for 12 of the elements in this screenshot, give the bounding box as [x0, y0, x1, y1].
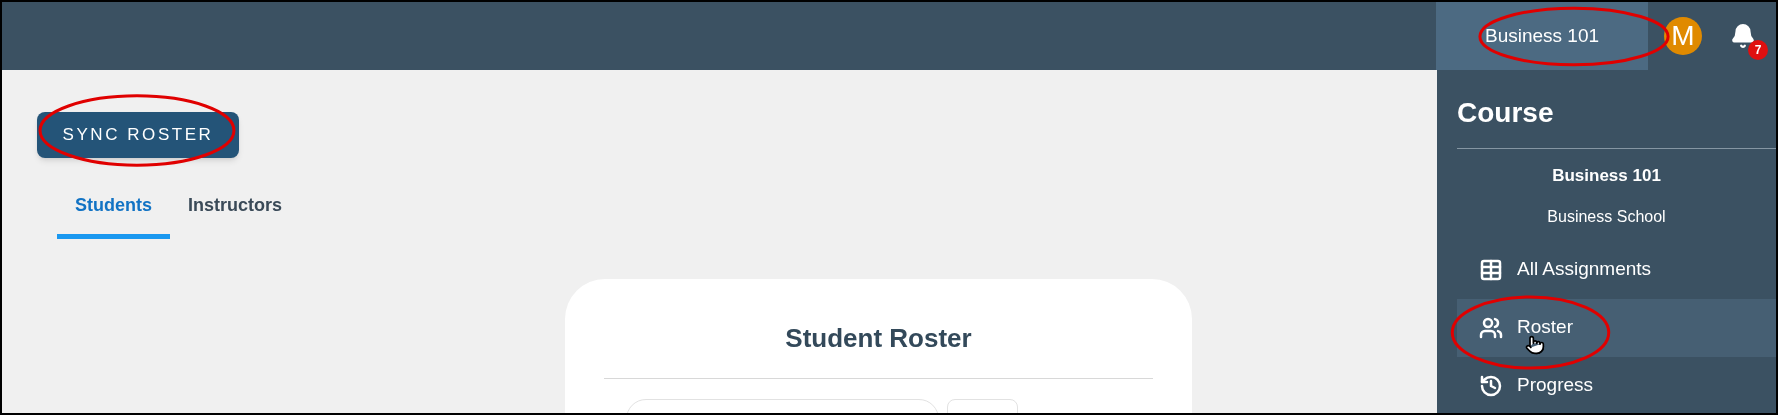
school-name: Business School: [1546, 206, 1667, 227]
course-name: Business 101: [1551, 165, 1662, 187]
nav-item[interactable]: Roster: [1457, 298, 1776, 357]
notification-badge: 7: [1748, 40, 1768, 60]
course-button[interactable]: Business 101: [1436, 2, 1648, 70]
sync-roster-button[interactable]: SYNC ROSTER: [37, 112, 239, 158]
nav-item[interactable]: Progress: [1457, 356, 1776, 413]
tab[interactable]: Instructors: [170, 177, 301, 239]
card-title: Student Roster: [604, 319, 1153, 379]
tab[interactable]: Students: [57, 177, 170, 239]
nav-item[interactable]: All Assignments: [1457, 240, 1776, 299]
sidebar-heading: Course: [1457, 92, 1776, 149]
